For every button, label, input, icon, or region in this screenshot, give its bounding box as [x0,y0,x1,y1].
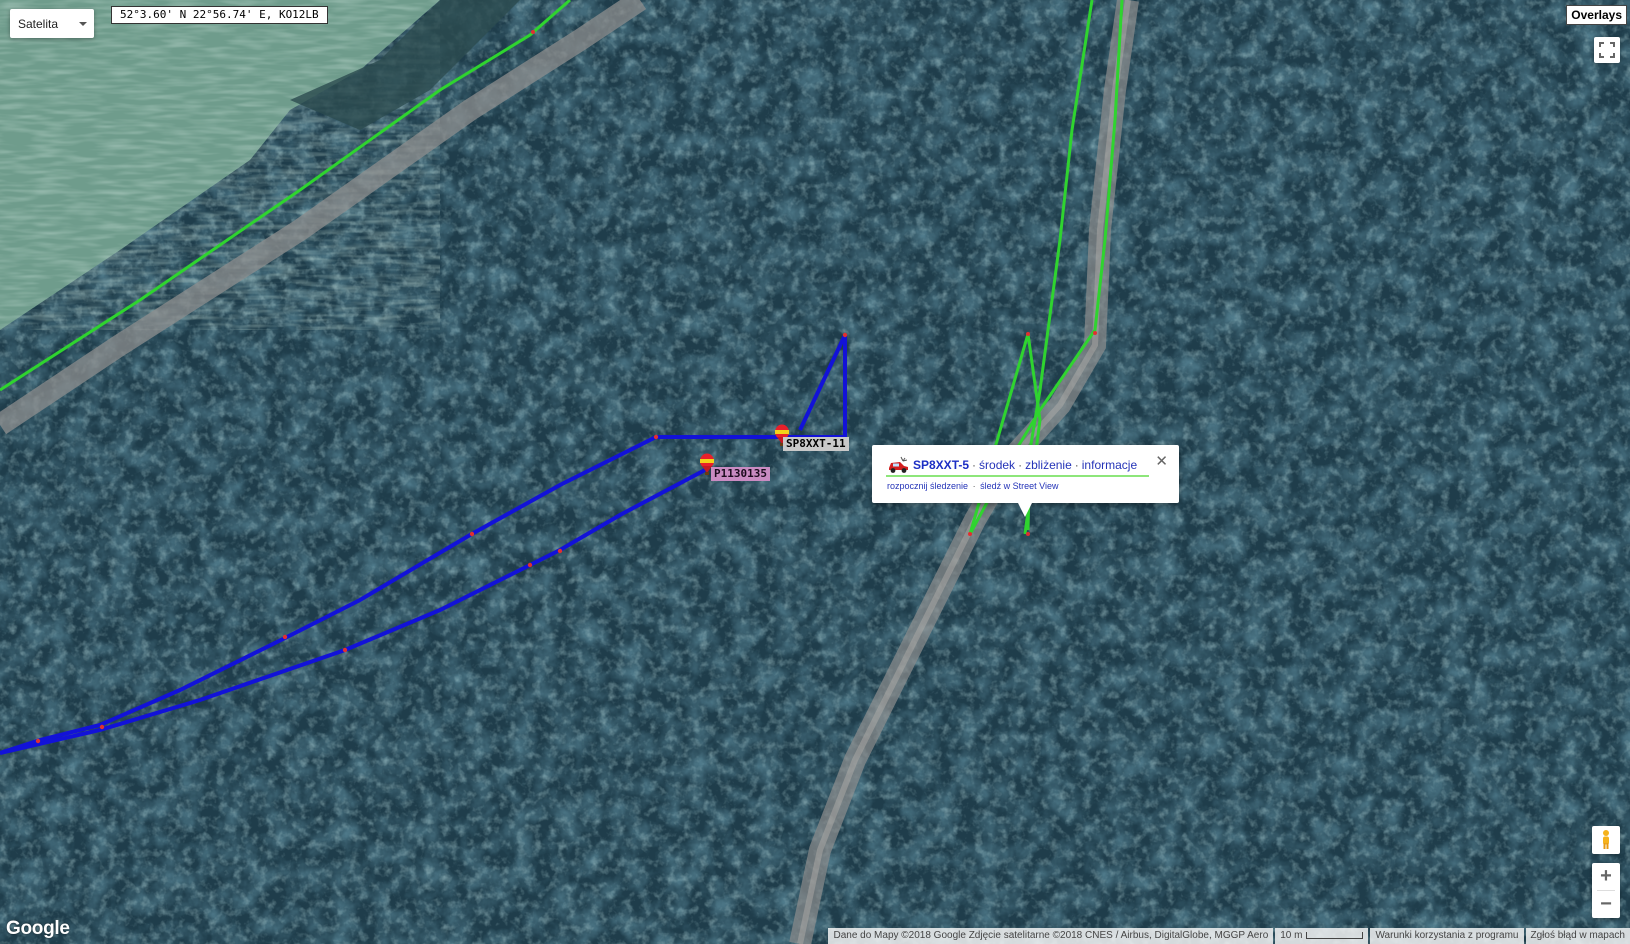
info-separator: · [972,458,977,472]
satellite-map-canvas[interactable] [0,0,1630,944]
station-label-p1130135[interactable]: P1130135 [711,467,770,481]
zoom-out-button[interactable]: − [1592,891,1620,918]
close-icon[interactable]: ✕ [1155,452,1168,470]
street-view-pegman[interactable] [1592,826,1620,854]
station-label-sp8xxt-11[interactable]: SP8XXT-11 [783,437,849,451]
attribution-bar: Dane do Mapy ©2018 Google Zdjęcie sateli… [826,928,1630,944]
info-separator: · [1018,458,1023,472]
street-view-link[interactable]: śledź w Street View [980,481,1058,491]
zoom-in-button[interactable]: + [1592,863,1620,890]
fullscreen-button[interactable] [1594,37,1620,63]
info-header: SP8XXT-5 · środek · zbliżenie · informac… [886,456,1137,474]
map-view[interactable]: Satelita 52°3.60' N 22°56.74' E, KO12LB … [0,0,1630,944]
coordinates-readout: 52°3.60' N 22°56.74' E, KO12LB [111,6,328,24]
google-logo[interactable]: Google [6,918,70,940]
info-link-center[interactable]: środek [979,458,1015,472]
overlays-button[interactable]: Overlays [1566,5,1627,25]
zoom-control: + − [1592,863,1620,918]
pegman-icon [1603,830,1609,849]
info-divider [886,475,1149,477]
info-separator: · [972,481,976,491]
report-error-link[interactable]: Zgłoś błąd w mapach [1525,928,1630,944]
info-actions: rozpocznij śledzenie · śledź w Street Vi… [887,481,1058,491]
info-link-zoom[interactable]: zbliżenie [1025,458,1072,472]
info-window-pointer [1018,503,1032,517]
scale-bar [1306,931,1364,939]
scale-label: 10 m [1280,930,1303,941]
station-info-window: SP8XXT-5 · środek · zbliżenie · informac… [872,445,1179,517]
chevron-down-icon [79,22,87,26]
car-icon [889,456,908,473]
info-callsign[interactable]: SP8XXT-5 [913,458,969,472]
map-type-label: Satelita [18,17,59,31]
start-tracking-link[interactable]: rozpocznij śledzenie [887,481,968,491]
scale-indicator[interactable]: 10 m [1275,928,1369,944]
info-link-info[interactable]: informacje [1082,458,1137,472]
terms-link[interactable]: Warunki korzystania z programu [1370,928,1524,944]
info-separator: · [1074,458,1079,472]
map-type-dropdown[interactable]: Satelita [10,9,94,38]
map-data-attribution: Dane do Mapy ©2018 Google Zdjęcie sateli… [828,928,1274,944]
fullscreen-icon [1599,42,1615,58]
